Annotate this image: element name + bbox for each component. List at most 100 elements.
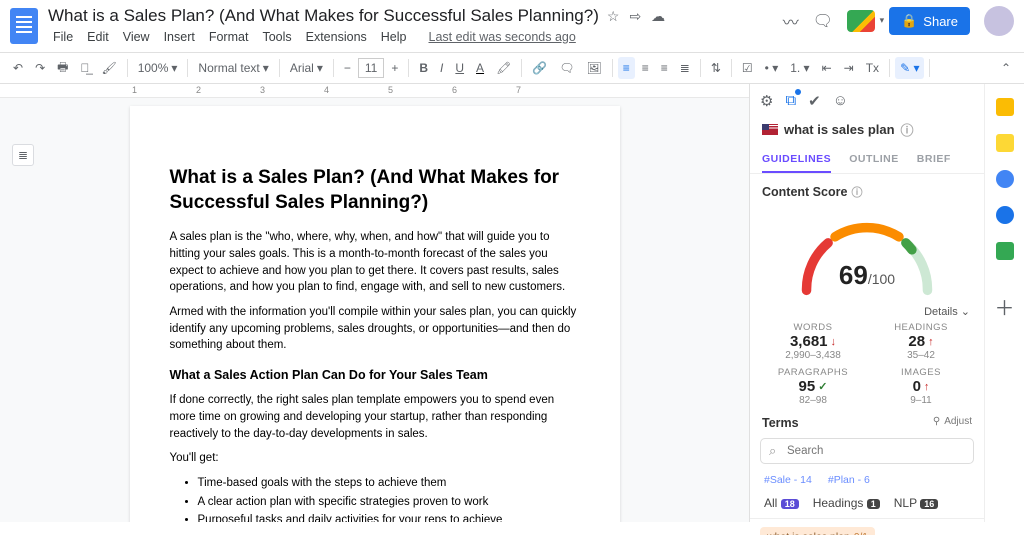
insert-link-icon[interactable]: 🔗 [527, 57, 552, 79]
redo-icon[interactable]: ↷ [30, 57, 50, 79]
meet-button[interactable] [847, 10, 875, 32]
menu-insert[interactable]: Insert [159, 28, 200, 46]
align-justify-icon[interactable]: ≣ [675, 57, 695, 79]
score-value: 69 [839, 260, 868, 290]
keep-icon[interactable] [996, 134, 1014, 152]
font-dec-icon[interactable]: − [339, 57, 356, 79]
info-icon[interactable]: ⓘ [901, 120, 914, 139]
doc-paragraph: A sales plan is the "who, where, why, wh… [170, 229, 580, 296]
menu-format[interactable]: Format [204, 28, 254, 46]
doc-bullet-list: Time-based goals with the steps to achie… [198, 475, 580, 522]
checklist-icon[interactable]: ☑ [737, 57, 758, 79]
indent-icon[interactable]: ⇥ [839, 57, 859, 79]
filter-nlp[interactable]: NLP 16 [894, 496, 939, 510]
align-right-icon[interactable]: ≡ [656, 57, 673, 79]
list-item: Time-based goals with the steps to achie… [198, 475, 580, 492]
align-left-icon[interactable]: ≡ [618, 57, 635, 79]
doc-title[interactable]: What is a Sales Plan? (And What Makes fo… [48, 6, 599, 26]
tasks-icon[interactable] [996, 170, 1014, 188]
header-right: 〰 🗨 🔒 Share [783, 6, 1014, 36]
undo-icon[interactable]: ↶ [8, 57, 28, 79]
toolbar: ↶ ↷ 🖶 Ａ̲ 🖌 100% ▾ Normal text ▾ Arial ▾ … [0, 52, 1024, 84]
settings-icon[interactable]: ⚙ [760, 92, 773, 110]
font-size-input[interactable]: 11 [358, 58, 384, 78]
emoji-icon[interactable]: ☺ [833, 92, 848, 110]
outline-toggle-icon[interactable]: ≣ [12, 144, 34, 166]
doc-paragraph: Armed with the information you'll compil… [170, 304, 580, 354]
align-center-icon[interactable]: ≡ [637, 57, 654, 79]
paint-format-icon[interactable]: 🖌 [96, 57, 121, 79]
info-icon[interactable]: ⓘ [851, 184, 862, 200]
doc-paragraph: You'll get: [170, 450, 580, 467]
tab-guidelines[interactable]: GUIDELINES [762, 147, 831, 173]
menu-view[interactable]: View [118, 28, 155, 46]
comments-icon[interactable]: 🗨 [813, 11, 833, 31]
doc-paragraph: If done correctly, the right sales plan … [170, 392, 580, 442]
filter-headings[interactable]: Headings 1 [813, 496, 880, 510]
menu-tools[interactable]: Tools [257, 28, 296, 46]
cloud-saved-icon: ☁ [651, 8, 665, 25]
last-edit-link[interactable]: Last edit was seconds ago [424, 28, 581, 46]
outdent-icon[interactable]: ⇤ [817, 57, 837, 79]
text-color-icon[interactable]: A [471, 57, 489, 79]
check-circle-icon[interactable]: ✔ [808, 92, 821, 110]
lock-icon: 🔒 [901, 13, 917, 29]
ruler[interactable]: 1 2 3 4 5 6 7 [0, 84, 749, 98]
list-item: Purposeful tasks and daily activities fo… [198, 512, 580, 522]
italic-icon[interactable]: I [435, 57, 448, 79]
menu-file[interactable]: File [48, 28, 78, 46]
flag-us-icon [762, 124, 778, 135]
highlight-icon[interactable]: 🖍 [491, 57, 516, 79]
hash-sale[interactable]: #Sale - 14 [764, 474, 812, 486]
tab-outline[interactable]: OUTLINE [849, 147, 899, 173]
editing-mode-icon[interactable]: ✎ ▾ [895, 57, 924, 79]
line-spacing-icon[interactable]: ⇅ [706, 57, 726, 79]
clear-format-icon[interactable]: Tx [861, 57, 884, 79]
terms-search-input[interactable] [760, 438, 974, 464]
account-avatar[interactable] [984, 6, 1014, 36]
page[interactable]: What is a Sales Plan? (And What Makes fo… [130, 106, 620, 522]
menu-edit[interactable]: Edit [82, 28, 114, 46]
zoom-select[interactable]: 100% ▾ [133, 57, 183, 79]
expand-up-icon[interactable]: ⌃ [996, 57, 1016, 79]
stat-words: WORDS 3,681↓ 2,990–3,438 [764, 322, 862, 361]
bullet-list-icon[interactable]: • ▾ [760, 57, 784, 79]
addons-plus-icon[interactable]: ＋ [995, 292, 1015, 321]
calendar-icon[interactable] [996, 98, 1014, 116]
style-select[interactable]: Normal text ▾ [193, 57, 273, 79]
insert-comment-icon[interactable]: 🗨 [554, 57, 579, 79]
underline-icon[interactable]: U [450, 57, 469, 79]
target-keyword[interactable]: what is sales plan [784, 122, 895, 137]
share-label: Share [923, 14, 958, 29]
bold-icon[interactable]: B [414, 57, 433, 79]
menu-extensions[interactable]: Extensions [301, 28, 372, 46]
star-icon[interactable]: ☆ [607, 8, 620, 25]
adjust-button[interactable]: ⚲Adjust [933, 416, 972, 430]
right-rail: ＋ [984, 84, 1024, 522]
link-icon[interactable]: ⧉ [785, 92, 796, 110]
maps-icon[interactable] [996, 242, 1014, 260]
share-button[interactable]: 🔒 Share [889, 7, 970, 35]
trend-icon[interactable]: 〰 [783, 9, 799, 33]
term-chip[interactable]: what is sales plan 0/1 [760, 527, 875, 535]
spellcheck-icon[interactable]: Ａ̲ [75, 57, 94, 79]
font-select[interactable]: Arial ▾ [285, 57, 328, 79]
terms-search [760, 438, 974, 464]
contacts-icon[interactable] [996, 206, 1014, 224]
print-icon[interactable]: 🖶 [52, 54, 73, 83]
move-icon[interactable]: ⇨ [629, 8, 641, 25]
seo-panel: ⚙ ⧉ ✔ ☺ what is sales plan ⓘ GUIDELINES … [749, 84, 984, 522]
menu-help[interactable]: Help [376, 28, 412, 46]
number-list-icon[interactable]: 1. ▾ [785, 57, 814, 79]
hash-plan[interactable]: #Plan - 6 [828, 474, 870, 486]
docs-logo-icon[interactable] [10, 8, 38, 44]
tab-brief[interactable]: BRIEF [917, 147, 951, 173]
insert-image-icon[interactable]: 🖼 [581, 57, 606, 79]
filter-all[interactable]: All 18 [764, 496, 799, 510]
details-toggle[interactable]: Details ⌄ [750, 305, 984, 322]
title-area: What is a Sales Plan? (And What Makes fo… [48, 6, 783, 46]
document-canvas[interactable]: 1 2 3 4 5 6 7 ≣ What is a Sales Plan? (A… [0, 84, 749, 522]
panel-tabs: GUIDELINES OUTLINE BRIEF [750, 147, 984, 174]
terms-label: Terms [762, 416, 799, 430]
font-inc-icon[interactable]: + [386, 57, 403, 79]
